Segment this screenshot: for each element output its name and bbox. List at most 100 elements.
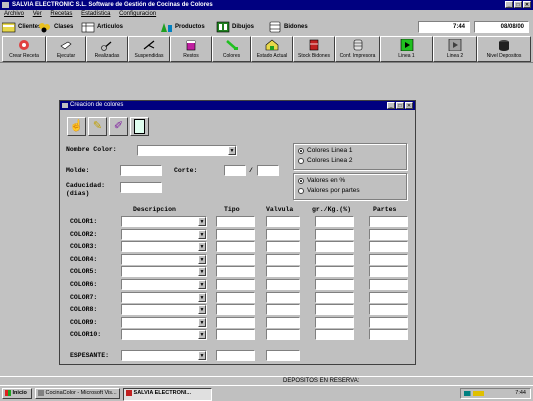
chevron-down-icon[interactable]: ▼ (198, 305, 206, 315)
chevron-down-icon[interactable]: ▼ (198, 317, 206, 327)
tipo-input[interactable] (216, 241, 255, 253)
start-button[interactable]: Inicio (2, 388, 32, 399)
valvula-input[interactable] (266, 253, 300, 265)
dialog-close-button[interactable]: ✕ (405, 102, 413, 109)
partes-input[interactable] (369, 304, 408, 316)
gr-kg-input[interactable] (315, 291, 354, 303)
descripcion-combo[interactable]: ▼ (121, 266, 207, 278)
ejecutar-button[interactable]: Ejecutar (46, 36, 86, 62)
partes-input[interactable] (369, 216, 408, 227)
descripcion-combo[interactable]: ▼ (121, 228, 207, 240)
page-tool-button[interactable] (130, 117, 149, 136)
chevron-down-icon[interactable]: ▼ (198, 267, 206, 277)
descripcion-combo[interactable]: ▼ (121, 304, 207, 316)
colores-button[interactable]: Colores (212, 36, 251, 62)
valvula-input[interactable] (266, 266, 300, 278)
partes-input[interactable] (369, 266, 408, 278)
espesante-valvula-input[interactable] (266, 350, 300, 361)
minimize-button[interactable]: _ (505, 1, 513, 8)
pencil-tool-button[interactable]: ✎ (88, 117, 107, 136)
descripcion-combo[interactable]: ▼ (121, 279, 207, 290)
menu-recetas[interactable]: Recetas (50, 11, 72, 17)
strip-clases[interactable]: Clases (38, 20, 73, 34)
descripcion-combo[interactable]: ▼ (121, 241, 207, 253)
radio-colores-linea-2[interactable]: Colores Linea 2 (298, 157, 353, 164)
maximize-button[interactable]: □ (514, 1, 522, 8)
valvula-input[interactable] (266, 316, 300, 328)
menu-estadistica[interactable]: Estadística (81, 11, 110, 17)
nombre-color-combo[interactable]: ▼ (137, 145, 237, 156)
espesante-descripcion-combo[interactable]: ▼ (121, 350, 207, 361)
corte-input-2[interactable] (257, 165, 279, 176)
select-tool-button[interactable]: ☝ (67, 117, 86, 136)
close-button[interactable]: ✕ (523, 1, 531, 8)
estado-actual-button[interactable]: Estado Actual (251, 36, 293, 62)
chevron-down-icon[interactable]: ▼ (198, 292, 206, 302)
chevron-down-icon[interactable]: ▼ (198, 351, 206, 360)
chevron-down-icon[interactable]: ▼ (198, 254, 206, 264)
descripcion-combo[interactable]: ▼ (121, 253, 207, 265)
strip-articulos[interactable]: Articulos (81, 20, 123, 34)
valvula-input[interactable] (266, 291, 300, 303)
partes-input[interactable] (369, 241, 408, 253)
corte-input-1[interactable] (224, 165, 246, 176)
tipo-input[interactable] (216, 291, 255, 303)
tipo-input[interactable] (216, 316, 255, 328)
partes-input[interactable] (369, 228, 408, 240)
conf-impresora-button[interactable]: Conf. Impresora (335, 36, 380, 62)
chevron-down-icon[interactable]: ▼ (198, 242, 206, 252)
gr-kg-input[interactable] (315, 253, 354, 265)
chevron-down-icon[interactable]: ▼ (198, 280, 206, 289)
valvula-input[interactable] (266, 241, 300, 253)
gr-kg-input[interactable] (315, 304, 354, 316)
nivel-depositos-button[interactable]: Nivel Depositos (477, 36, 531, 62)
valvula-input[interactable] (266, 329, 300, 341)
gr-kg-input[interactable] (315, 329, 354, 341)
chevron-down-icon[interactable]: ▼ (198, 330, 206, 340)
menu-ver[interactable]: Ver (33, 11, 42, 17)
gr-kg-input[interactable] (315, 228, 354, 240)
gr-kg-input[interactable] (315, 241, 354, 253)
gr-kg-input[interactable] (315, 279, 354, 290)
valvula-input[interactable] (266, 228, 300, 240)
task-cocinacolor[interactable]: CocinaColor - Microsoft Vis... (35, 388, 120, 399)
molde-input[interactable] (120, 165, 162, 176)
restos-button[interactable]: Restos (170, 36, 212, 62)
eraser-tool-button[interactable]: ✐ (109, 117, 128, 136)
partes-input[interactable] (369, 316, 408, 328)
dialog-minimize-button[interactable]: _ (387, 102, 395, 109)
crear-receta-button[interactable]: Crear Receta (2, 36, 46, 62)
valvula-input[interactable] (266, 279, 300, 290)
partes-input[interactable] (369, 279, 408, 290)
chevron-down-icon[interactable]: ▼ (198, 217, 206, 226)
tipo-input[interactable] (216, 279, 255, 290)
valvula-input[interactable] (266, 304, 300, 316)
descripcion-combo[interactable]: ▼ (121, 316, 207, 328)
tipo-input[interactable] (216, 228, 255, 240)
radio-valores-partes[interactable]: Valores por partes (298, 187, 360, 194)
linea-2-button[interactable]: Linea 2 (433, 36, 477, 62)
partes-input[interactable] (369, 253, 408, 265)
dialog-maximize-button[interactable]: □ (396, 102, 404, 109)
menu-archivo[interactable]: Archivo (4, 11, 24, 17)
descripcion-combo[interactable]: ▼ (121, 329, 207, 341)
descripcion-combo[interactable]: ▼ (121, 291, 207, 303)
strip-dibujos[interactable]: Dibujos (216, 20, 254, 34)
tipo-input[interactable] (216, 253, 255, 265)
gr-kg-input[interactable] (315, 316, 354, 328)
chevron-down-icon[interactable]: ▼ (228, 146, 236, 155)
tipo-input[interactable] (216, 266, 255, 278)
suspendidas-button[interactable]: Suspendidas (128, 36, 170, 62)
partes-input[interactable] (369, 329, 408, 341)
task-salvia[interactable]: SALVIA ELECTRONI... (123, 388, 212, 401)
realizadas-button[interactable]: Realizadas (86, 36, 128, 62)
caducidad-input[interactable] (120, 182, 162, 193)
menu-configuracion[interactable]: Configuracion (119, 11, 156, 17)
descripcion-combo[interactable]: ▼ (121, 216, 207, 227)
tipo-input[interactable] (216, 216, 255, 227)
strip-clientes[interactable]: Clientes (2, 20, 41, 34)
chevron-down-icon[interactable]: ▼ (198, 229, 206, 239)
radio-valores-porcentaje[interactable]: Valores en % (298, 177, 345, 184)
espesante-tipo-input[interactable] (216, 350, 255, 361)
gr-kg-input[interactable] (315, 266, 354, 278)
